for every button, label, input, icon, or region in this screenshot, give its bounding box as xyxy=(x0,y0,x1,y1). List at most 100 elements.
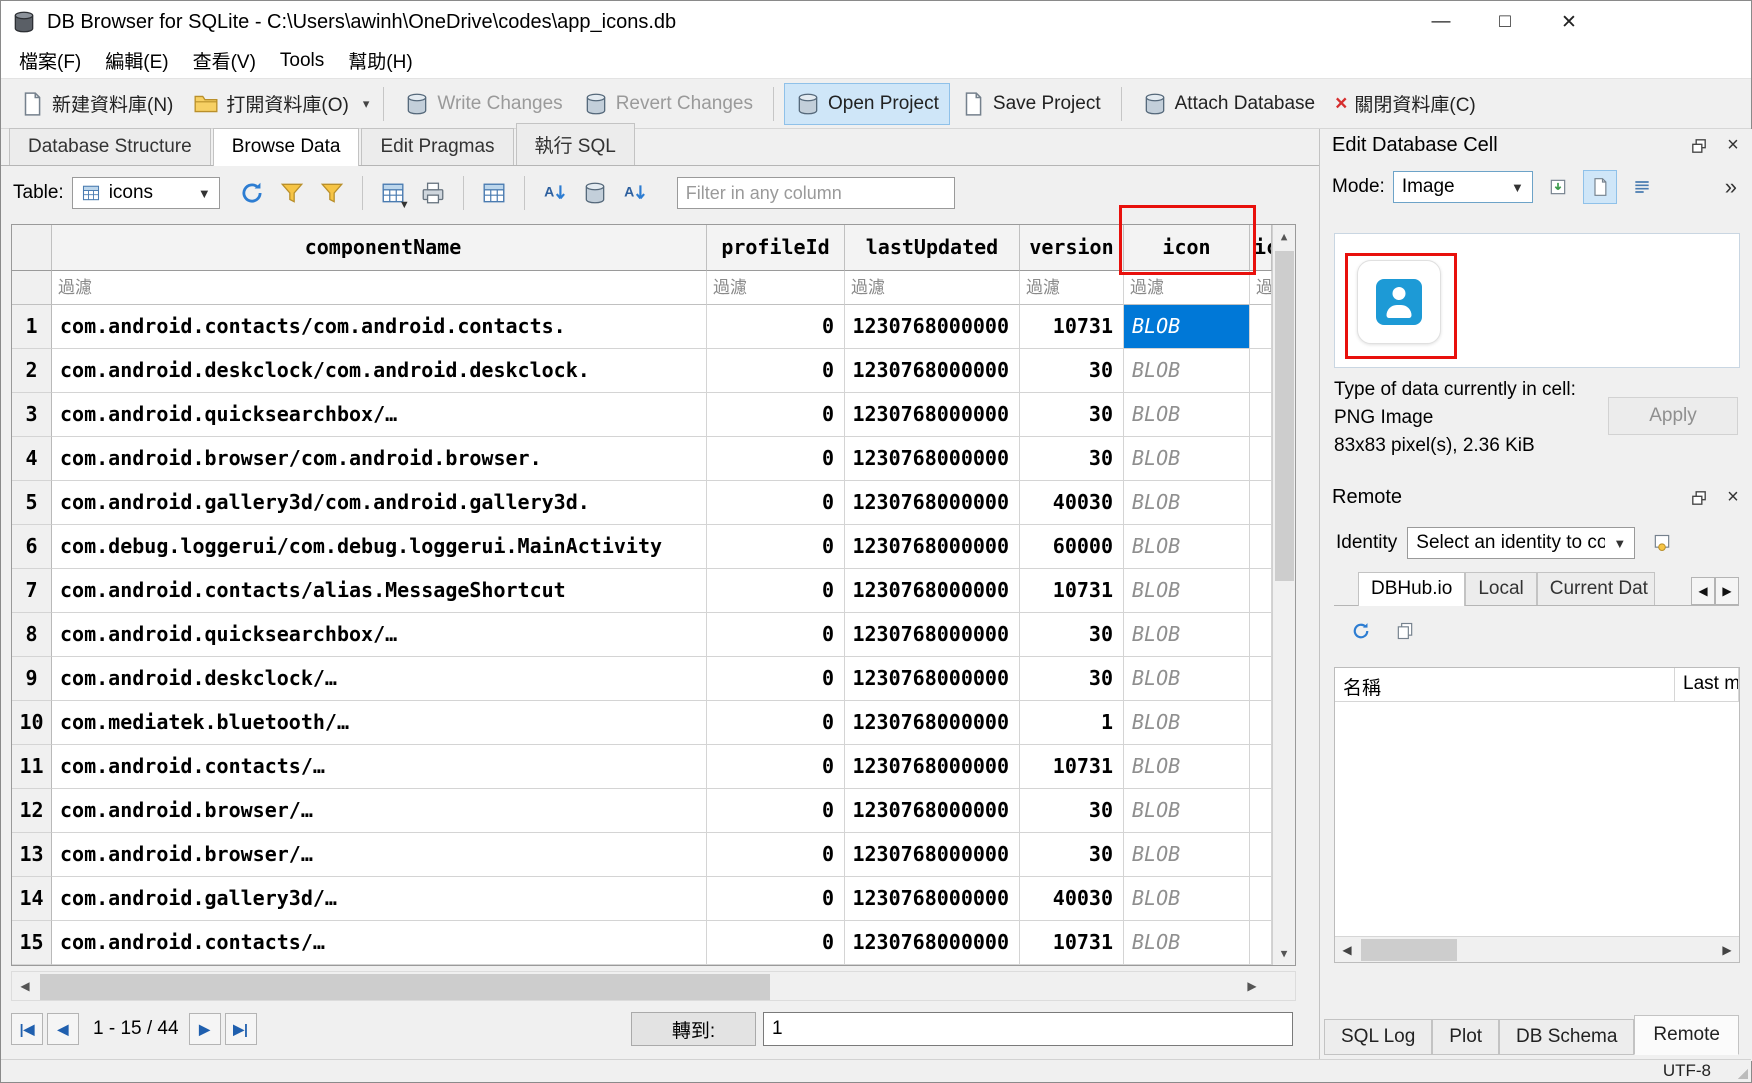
tab-plot[interactable]: Plot xyxy=(1432,1019,1499,1055)
horizontal-scroll-thumb[interactable] xyxy=(40,974,770,1000)
open-database-dropdown[interactable]: ▾ xyxy=(359,92,374,116)
row-number[interactable]: 10 xyxy=(12,701,52,745)
cell-lastUpdated[interactable]: 1230768000000 xyxy=(845,349,1020,393)
cell-componentName[interactable]: com.android.contacts/… xyxy=(52,921,707,965)
tab-sql-log[interactable]: SQL Log xyxy=(1324,1019,1432,1055)
sort-descending-button[interactable] xyxy=(617,175,653,211)
table-row[interactable]: 13 com.android.browser/… 0 1230768000000… xyxy=(12,833,1272,877)
cell-icon[interactable]: BLOB xyxy=(1124,569,1250,613)
open-database-button[interactable]: 打開資料庫(O) xyxy=(183,83,358,124)
tab-current-database[interactable]: Current Dat xyxy=(1537,572,1655,605)
first-record-button[interactable]: |◀ xyxy=(11,1013,43,1045)
cell-componentName[interactable]: com.android.quicksearchbox/… xyxy=(52,613,707,657)
cell-icon[interactable]: BLOB xyxy=(1124,305,1250,349)
clear-filters-button[interactable] xyxy=(314,175,350,211)
cell-lastUpdated[interactable]: 1230768000000 xyxy=(845,833,1020,877)
cell-lastUpdated[interactable]: 1230768000000 xyxy=(845,525,1020,569)
mode-select[interactable]: Image ▼ xyxy=(1393,171,1533,203)
table-row[interactable]: 8 com.android.quicksearchbox/… 0 1230768… xyxy=(12,613,1272,657)
cell-componentName[interactable]: com.debug.loggerui/com.debug.loggerui.Ma… xyxy=(52,525,707,569)
horizontal-scrollbar[interactable]: ◀ ▶ xyxy=(11,971,1296,1001)
cell-componentName[interactable]: com.android.browser/… xyxy=(52,789,707,833)
filter-button[interactable] xyxy=(274,175,310,211)
column-header-profileId[interactable]: profileId xyxy=(707,225,845,271)
cell-componentName[interactable]: com.android.contacts/alias.MessageShortc… xyxy=(52,569,707,613)
export-data-button[interactable] xyxy=(1583,170,1617,204)
tab-scroll-left-icon[interactable]: ◀ xyxy=(1691,577,1715,605)
tab-local[interactable]: Local xyxy=(1465,572,1536,605)
cell-version[interactable]: 60000 xyxy=(1020,525,1124,569)
cell-lastUpdated[interactable]: 1230768000000 xyxy=(845,789,1020,833)
previous-record-button[interactable]: ◀ xyxy=(47,1013,79,1045)
cell-icon[interactable]: BLOB xyxy=(1124,481,1250,525)
vertical-scroll-thumb[interactable] xyxy=(1275,251,1294,581)
import-data-button[interactable] xyxy=(1541,170,1575,204)
row-number[interactable]: 2 xyxy=(12,349,52,393)
scroll-left-icon[interactable]: ◀ xyxy=(12,972,38,1000)
cell-profileId[interactable]: 0 xyxy=(707,349,845,393)
cell-extra[interactable] xyxy=(1250,877,1272,921)
last-record-button[interactable]: ▶| xyxy=(225,1013,257,1045)
tab-scroll-right-icon[interactable]: ▶ xyxy=(1715,577,1739,605)
cell-version[interactable]: 30 xyxy=(1020,393,1124,437)
encoding-button[interactable] xyxy=(577,175,613,211)
toolbar-overflow-button[interactable]: » xyxy=(1719,174,1743,200)
cell-componentName[interactable]: com.android.quicksearchbox/… xyxy=(52,393,707,437)
cell-extra[interactable] xyxy=(1250,393,1272,437)
table-row[interactable]: 4 com.android.browser/com.android.browse… xyxy=(12,437,1272,481)
cell-profileId[interactable]: 0 xyxy=(707,877,845,921)
tab-dbhub[interactable]: DBHub.io xyxy=(1358,572,1465,606)
cell-version[interactable]: 1 xyxy=(1020,701,1124,745)
filter-profileId[interactable]: 過濾 xyxy=(707,271,845,305)
maximize-button[interactable]: □ xyxy=(1473,1,1537,43)
cell-componentName[interactable]: com.android.browser/com.android.browser. xyxy=(52,437,707,481)
cell-icon[interactable]: BLOB xyxy=(1124,745,1250,789)
cell-lastUpdated[interactable]: 1230768000000 xyxy=(845,921,1020,965)
menu-edit[interactable]: 編輯(E) xyxy=(93,42,180,79)
cell-icon[interactable]: BLOB xyxy=(1124,349,1250,393)
cell-icon[interactable]: BLOB xyxy=(1124,657,1250,701)
scroll-left-icon[interactable]: ◀ xyxy=(1335,938,1359,962)
cell-extra[interactable] xyxy=(1250,833,1272,877)
encoding-indicator[interactable]: UTF-8 xyxy=(1663,1061,1711,1081)
row-number[interactable]: 9 xyxy=(12,657,52,701)
close-database-button[interactable]: × 關閉資料庫(C) xyxy=(1325,83,1486,124)
cell-componentName[interactable]: com.android.browser/… xyxy=(52,833,707,877)
open-project-button[interactable]: Open Project xyxy=(784,83,950,125)
row-number[interactable]: 1 xyxy=(12,305,52,349)
row-number[interactable]: 15 xyxy=(12,921,52,965)
table-row[interactable]: 9 com.android.deskclock/… 0 123076800000… xyxy=(12,657,1272,701)
next-record-button[interactable]: ▶ xyxy=(189,1013,221,1045)
cell-icon[interactable]: BLOB xyxy=(1124,525,1250,569)
float-panel-icon[interactable] xyxy=(1687,134,1711,158)
cell-lastUpdated[interactable]: 1230768000000 xyxy=(845,393,1020,437)
table-row[interactable]: 1 com.android.contacts/com.android.conta… xyxy=(12,305,1272,349)
cell-extra[interactable] xyxy=(1250,657,1272,701)
identity-select[interactable]: Select an identity to conne ▼ xyxy=(1407,527,1635,559)
cell-version[interactable]: 10731 xyxy=(1020,305,1124,349)
cell-extra[interactable] xyxy=(1250,745,1272,789)
column-header-partial[interactable]: ic xyxy=(1250,225,1272,271)
apply-button[interactable]: Apply xyxy=(1608,397,1738,435)
scroll-down-icon[interactable]: ▼ xyxy=(1273,942,1295,965)
close-button[interactable]: ✕ xyxy=(1537,1,1601,43)
row-number[interactable]: 3 xyxy=(12,393,52,437)
filter-lastUpdated[interactable]: 過濾 xyxy=(845,271,1020,305)
cell-extra[interactable] xyxy=(1250,525,1272,569)
menu-file[interactable]: 檔案(F) xyxy=(7,42,93,79)
row-number[interactable]: 7 xyxy=(12,569,52,613)
float-panel-icon[interactable] xyxy=(1687,486,1711,510)
table-row[interactable]: 2 com.android.deskclock/com.android.desk… xyxy=(12,349,1272,393)
cell-profileId[interactable]: 0 xyxy=(707,437,845,481)
remote-column-lastmodified[interactable]: Last m xyxy=(1675,668,1739,701)
vertical-scrollbar[interactable]: ▲ ▼ xyxy=(1272,225,1295,965)
cell-icon[interactable]: BLOB xyxy=(1124,613,1250,657)
cell-componentName[interactable]: com.android.deskclock/… xyxy=(52,657,707,701)
table-select[interactable]: icons ▼ xyxy=(72,177,220,209)
tab-db-schema[interactable]: DB Schema xyxy=(1499,1019,1634,1055)
filter-componentName[interactable]: 過濾 xyxy=(52,271,707,305)
tab-remote[interactable]: Remote xyxy=(1634,1015,1739,1055)
cell-extra[interactable] xyxy=(1250,305,1272,349)
cell-lastUpdated[interactable]: 1230768000000 xyxy=(845,701,1020,745)
title-bar[interactable]: DB Browser for SQLite - C:\Users\awinh\O… xyxy=(1,1,1751,43)
